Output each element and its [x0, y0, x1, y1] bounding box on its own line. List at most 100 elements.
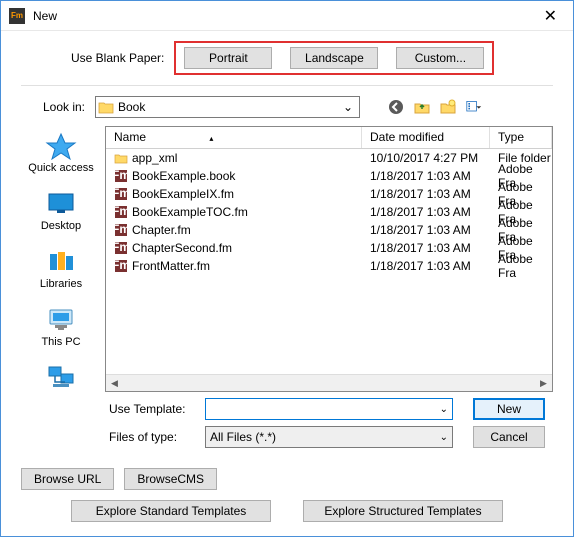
highlight-box: Portrait Landscape Custom...	[174, 41, 494, 75]
network-icon	[45, 364, 77, 392]
chevron-down-icon: ⌄	[436, 432, 448, 443]
file-date: 1/18/2017 1:03 AM	[362, 169, 490, 183]
custom-button[interactable]: Custom...	[396, 47, 484, 69]
mid-area: Quick access Desktop Libraries This PC N…	[1, 126, 573, 392]
explore-standard-button[interactable]: Explore Standard Templates	[71, 500, 271, 522]
scroll-left-icon[interactable]: ◀	[106, 378, 123, 389]
file-name: BookExampleIX.fm	[132, 187, 234, 201]
col-date[interactable]: Date modified	[362, 127, 490, 148]
file-name: app_xml	[132, 151, 177, 165]
blank-paper-row: Use Blank Paper: Portrait Landscape Cust…	[1, 31, 573, 81]
view-menu-icon[interactable]	[464, 97, 484, 117]
table-row[interactable]: FmChapter.fm1/18/2017 1:03 AMAdobe Fra	[106, 221, 552, 239]
libraries-icon	[45, 248, 77, 276]
fm-file-icon: Fm	[114, 187, 128, 201]
files-of-type-combo[interactable]: All Files (*.*) ⌄	[205, 426, 453, 448]
browse-url-button[interactable]: Browse URL	[21, 468, 114, 490]
window-title: New	[33, 9, 57, 23]
sidebar-item-label: Libraries	[40, 278, 82, 290]
chevron-down-icon: ⌄	[436, 404, 448, 415]
file-header: Name ▴ Date modified Type	[106, 127, 552, 149]
explore-row: Explore Standard Templates Explore Struc…	[1, 494, 573, 536]
table-row[interactable]: app_xml10/10/2017 4:27 PMFile folder	[106, 149, 552, 167]
cancel-button[interactable]: Cancel	[473, 426, 545, 448]
landscape-button[interactable]: Landscape	[290, 47, 378, 69]
fm-file-icon: Fm	[114, 259, 128, 273]
sidebar-item-label: This PC	[41, 336, 80, 348]
scroll-right-icon[interactable]: ▶	[535, 378, 552, 389]
places-sidebar: Quick access Desktop Libraries This PC N…	[17, 126, 105, 392]
file-name: Chapter.fm	[132, 223, 191, 237]
this-pc-icon	[45, 306, 77, 334]
up-folder-icon[interactable]	[412, 97, 432, 117]
explore-structured-button[interactable]: Explore Structured Templates	[303, 500, 503, 522]
file-date: 10/10/2017 4:27 PM	[362, 151, 490, 165]
quick-access-icon	[45, 132, 77, 160]
table-row[interactable]: FmBookExampleIX.fm1/18/2017 1:03 AMAdobe…	[106, 185, 552, 203]
portrait-button[interactable]: Portrait	[184, 47, 272, 69]
horizontal-scrollbar[interactable]: ◀ ▶	[106, 374, 552, 391]
fm-file-icon: Fm	[114, 169, 128, 183]
col-name[interactable]: Name ▴	[106, 127, 362, 148]
table-row[interactable]: FmBookExampleTOC.fm1/18/2017 1:03 AMAdob…	[106, 203, 552, 221]
file-name: FrontMatter.fm	[132, 259, 210, 273]
sidebar-item-this-pc[interactable]: This PC	[41, 306, 80, 348]
fm-file-icon: Fm	[114, 223, 128, 237]
sidebar-item-desktop[interactable]: Desktop	[41, 190, 81, 232]
lookin-value: Book	[118, 100, 337, 114]
file-panel: Name ▴ Date modified Type app_xml 10/10/2…	[105, 126, 553, 392]
files-of-type-value: All Files (*.*)	[210, 430, 436, 444]
chevron-down-icon: ⌄	[337, 100, 359, 114]
lookin-combo[interactable]: Book ⌄	[95, 96, 360, 118]
file-name: ChapterSecond.fm	[132, 241, 232, 255]
svg-text:Fm: Fm	[114, 205, 128, 218]
file-date: 1/18/2017 1:03 AM	[362, 241, 490, 255]
folder-toolbar	[386, 97, 484, 117]
use-template-combo[interactable]: ⌄	[205, 398, 453, 420]
sort-up-icon: ▴	[209, 134, 213, 143]
sidebar-item-label: Quick access	[28, 162, 93, 174]
browse-row: Browse URL BrowseCMS	[1, 460, 573, 494]
table-row[interactable]: FmFrontMatter.fm1/18/2017 1:03 AMAdobe F…	[106, 257, 552, 275]
browse-cms-button[interactable]: BrowseCMS	[124, 468, 217, 490]
app-icon: Fm	[9, 8, 25, 24]
back-icon[interactable]	[386, 97, 406, 117]
sidebar-item-network[interactable]: Network	[41, 364, 81, 392]
folder-icon	[98, 100, 114, 114]
sidebar-item-label: Desktop	[41, 220, 81, 232]
bottom-fields: Use Template: ⌄ New Files of type: All F…	[1, 392, 573, 460]
desktop-icon	[45, 190, 77, 218]
svg-text:Fm: Fm	[114, 259, 128, 272]
file-type: Adobe Fra	[490, 252, 552, 280]
close-icon[interactable]: ✕	[536, 6, 565, 26]
sidebar-item-quick-access[interactable]: Quick access	[28, 132, 93, 174]
files-of-type-label: Files of type:	[109, 430, 199, 444]
svg-text:Fm: Fm	[114, 241, 128, 254]
fm-file-icon: Fm	[114, 241, 128, 255]
file-date: 1/18/2017 1:03 AM	[362, 187, 490, 201]
fm-file-icon: Fm	[114, 205, 128, 219]
new-button[interactable]: New	[473, 398, 545, 420]
table-row[interactable]: FmChapterSecond.fm1/18/2017 1:03 AMAdobe…	[106, 239, 552, 257]
file-date: 1/18/2017 1:03 AM	[362, 223, 490, 237]
blank-paper-label: Use Blank Paper:	[71, 51, 164, 65]
table-row[interactable]: FmBookExample.book1/18/2017 1:03 AMAdobe…	[106, 167, 552, 185]
col-type[interactable]: Type	[490, 127, 552, 148]
file-name: BookExampleTOC.fm	[132, 205, 248, 219]
use-template-label: Use Template:	[109, 402, 199, 416]
file-date: 1/18/2017 1:03 AM	[362, 259, 490, 273]
new-folder-icon[interactable]	[438, 97, 458, 117]
folder-icon	[114, 151, 128, 165]
titlebar: Fm New ✕	[1, 1, 573, 31]
svg-text:Fm: Fm	[114, 223, 128, 236]
file-date: 1/18/2017 1:03 AM	[362, 205, 490, 219]
svg-text:Fm: Fm	[114, 169, 128, 182]
divider	[21, 85, 553, 86]
lookin-label: Look in:	[25, 100, 85, 114]
svg-text:Fm: Fm	[114, 187, 128, 200]
new-dialog: Fm New ✕ Use Blank Paper: Portrait Lands…	[0, 0, 574, 537]
lookin-row: Look in: Book ⌄	[1, 94, 573, 126]
file-list[interactable]: app_xml10/10/2017 4:27 PMFile folderFmBo…	[106, 149, 552, 374]
file-name: BookExample.book	[132, 169, 235, 183]
sidebar-item-libraries[interactable]: Libraries	[40, 248, 82, 290]
